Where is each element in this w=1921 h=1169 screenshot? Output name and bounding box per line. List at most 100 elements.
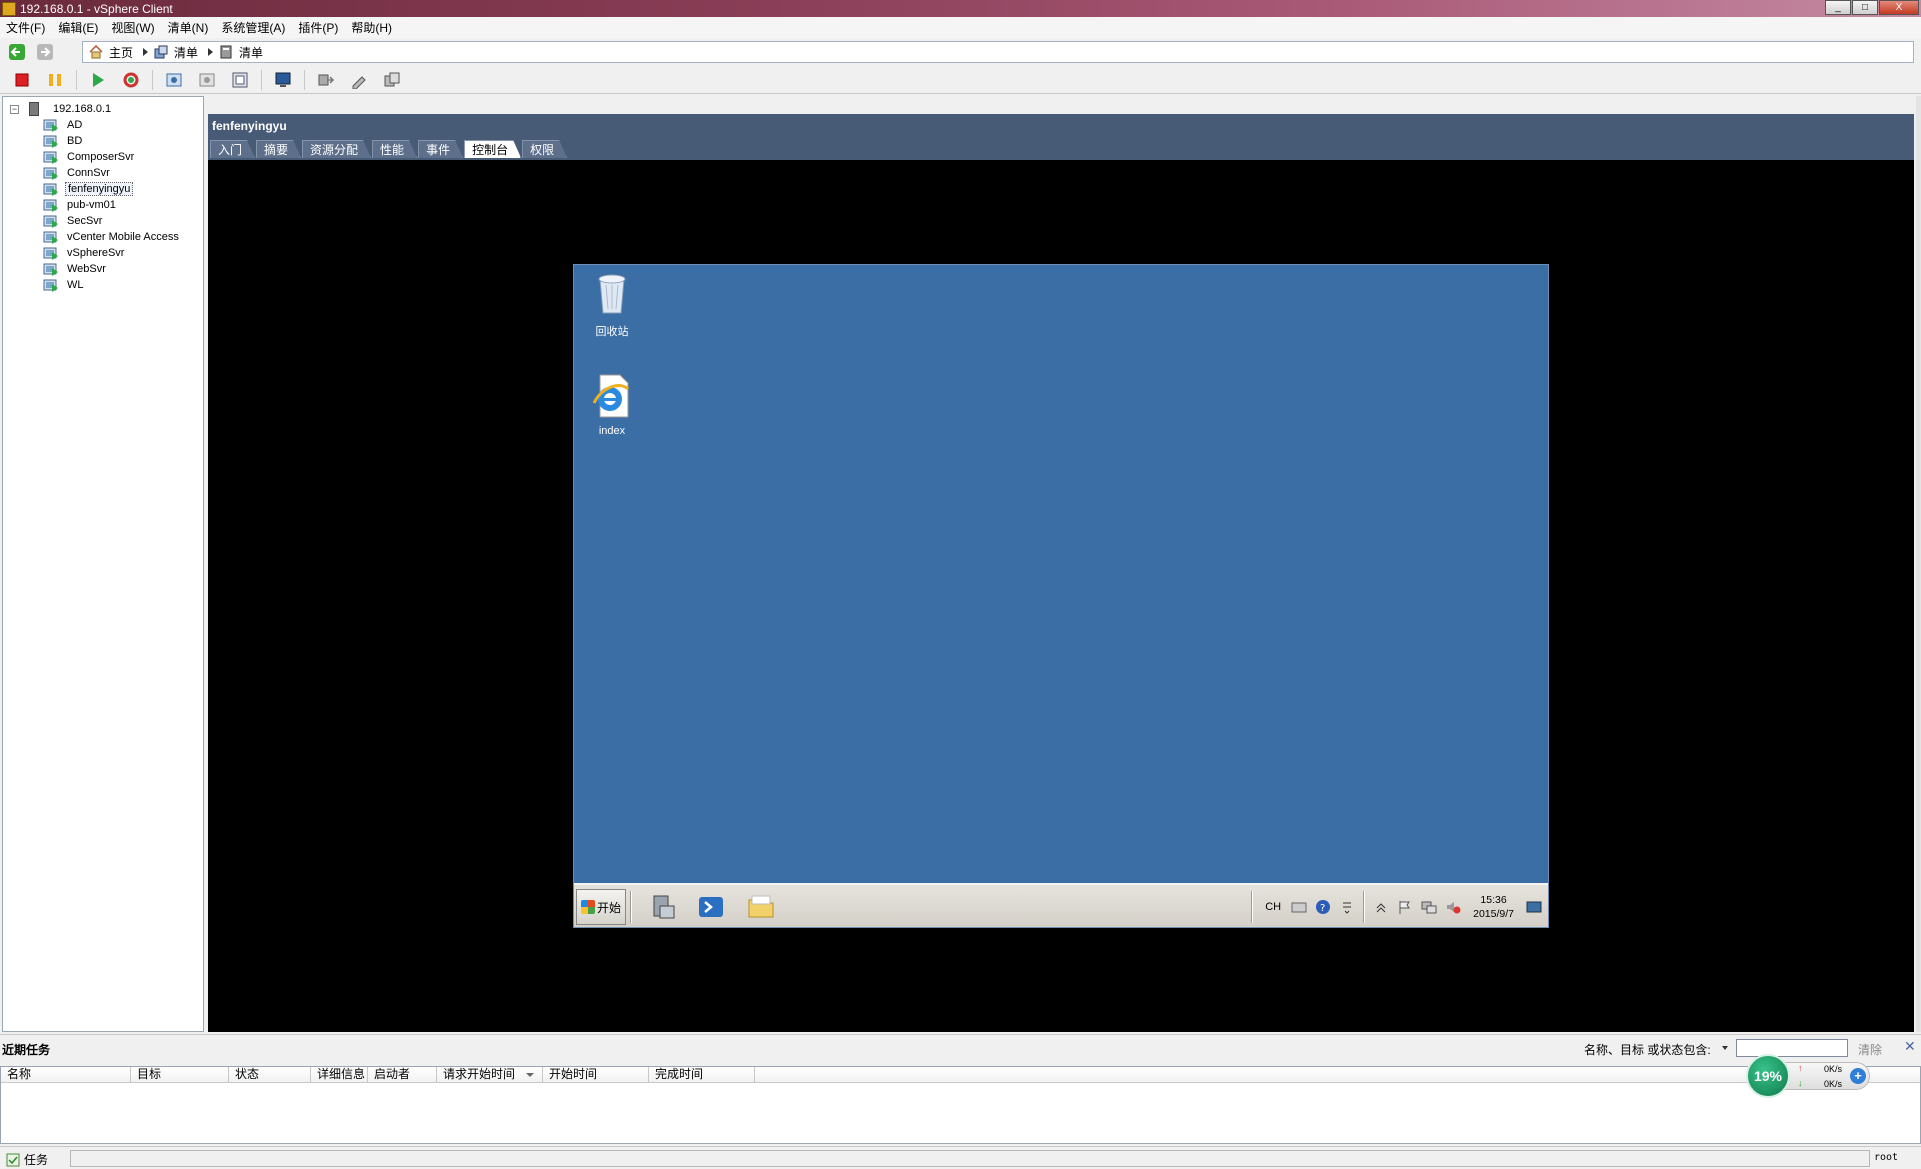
tree-vm-item[interactable]: AD <box>3 117 203 133</box>
tree-vm-label: ComposerSvr <box>67 151 135 163</box>
revert-snapshot-button[interactable] <box>195 69 219 91</box>
cpu-usage-badge[interactable]: 19% <box>1746 1054 1790 1098</box>
menu-help[interactable]: 帮助(H) <box>351 19 392 36</box>
recent-tasks-header: 近期任务 名称、目标 或状态包含: 清除 ✕ <box>0 1034 1921 1060</box>
menu-view[interactable]: 视图(W) <box>111 19 154 36</box>
address-bar[interactable]: 主页 清单 清单 <box>82 41 1914 63</box>
breadcrumb-inventory[interactable]: 清单 <box>154 44 198 61</box>
column-header[interactable]: 完成时间 <box>649 1067 755 1082</box>
guest-desktop[interactable]: 回收站 index 开始 CH ? 15:36 2015/9/7 <box>573 264 1549 928</box>
console-button[interactable] <box>271 69 295 91</box>
tree-vm-item[interactable]: WebSvr <box>3 261 203 277</box>
vm-tab[interactable]: 性能 <box>372 140 417 158</box>
right-scrollbar[interactable] <box>1916 96 1921 1032</box>
breadcrumb-hosts-clusters[interactable]: 清单 <box>219 44 263 61</box>
menu-file[interactable]: 文件(F) <box>6 19 45 36</box>
column-header-label: 目标 <box>137 1067 162 1081</box>
tree-vm-item[interactable]: WL <box>3 277 203 293</box>
tree-vm-item[interactable]: BD <box>3 133 203 149</box>
taskbar-explorer[interactable] <box>744 890 778 924</box>
tree-vm-item[interactable]: vCenter Mobile Access <box>3 229 203 245</box>
menu-inventory[interactable]: 清单(N) <box>168 19 209 36</box>
column-header[interactable]: 目标 <box>131 1067 229 1082</box>
menu-plugins[interactable]: 插件(P) <box>298 19 338 36</box>
snapshot-manager-button[interactable] <box>228 69 252 91</box>
network-icon[interactable] <box>1421 899 1437 915</box>
close-button[interactable]: X <box>1879 0 1919 15</box>
collapse-icon[interactable]: − <box>10 104 19 114</box>
snapshot-button[interactable] <box>162 69 186 91</box>
tree-vm-item[interactable]: pub-vm01 <box>3 197 203 213</box>
tasks-icon <box>6 1153 20 1166</box>
folder-icon <box>748 895 774 918</box>
toolbar-separator <box>304 69 305 90</box>
taskbar-clock[interactable]: 15:36 2015/9/7 <box>1473 893 1514 921</box>
tree-vm-item[interactable]: ConnSvr <box>3 165 203 181</box>
power-off-button[interactable] <box>10 69 34 91</box>
vm-tab[interactable]: 入门 <box>210 140 255 158</box>
show-hidden-icons-icon[interactable] <box>1373 899 1389 915</box>
plus-icon[interactable]: + <box>1850 1068 1866 1084</box>
tree-vm-item[interactable]: ComposerSvr <box>3 149 203 165</box>
tree-vm-label: ConnSvr <box>67 167 110 179</box>
vm-tab[interactable]: 事件 <box>418 140 463 158</box>
options-icon[interactable] <box>1339 899 1355 915</box>
column-header[interactable]: 详细信息 <box>311 1067 368 1082</box>
tree-vm-item[interactable]: fenfenyingyu <box>3 181 203 197</box>
reset-button[interactable] <box>119 69 143 91</box>
column-header[interactable]: 名称 <box>1 1067 131 1082</box>
migrate-button[interactable] <box>314 69 338 91</box>
revert-icon <box>199 73 215 86</box>
vm-tab[interactable]: 摘要 <box>256 140 301 158</box>
tray-separator <box>1251 891 1254 923</box>
action-center-flag-icon[interactable] <box>1397 899 1413 915</box>
maximize-button[interactable]: □ <box>1852 0 1878 15</box>
tree-vm-item[interactable]: SecSvr <box>3 213 203 229</box>
toolbar-separator <box>152 69 153 90</box>
desktop-icon-recycle-bin[interactable]: 回收站 <box>574 271 650 339</box>
close-tasks-icon[interactable]: ✕ <box>1904 1038 1916 1055</box>
vm-tab[interactable]: 资源分配 <box>302 140 371 158</box>
keyboard-icon[interactable] <box>1291 899 1307 915</box>
minimize-button[interactable]: _ <box>1825 0 1851 15</box>
vm-tab[interactable]: 权限 <box>522 140 567 158</box>
column-header[interactable]: 启动者 <box>368 1067 437 1082</box>
forward-button[interactable] <box>34 41 56 63</box>
tree-host[interactable]: − 192.168.0.1 <box>3 101 203 117</box>
filter-dropdown-icon[interactable] <box>1722 1046 1728 1050</box>
vm-tab[interactable]: 控制台 <box>464 140 521 158</box>
tree-vm-item[interactable]: vSphereSvr <box>3 245 203 261</box>
menu-administration[interactable]: 系统管理(A) <box>221 19 285 36</box>
taskbar-powershell[interactable] <box>694 890 728 924</box>
breadcrumb-home[interactable]: 主页 <box>89 44 133 61</box>
tasks-toggle-button[interactable]: 任务 <box>6 1151 48 1168</box>
vm-powered-on-icon <box>43 215 58 228</box>
column-header[interactable]: 开始时间 <box>543 1067 649 1082</box>
show-desktop-icon[interactable] <box>1526 899 1542 915</box>
power-on-button[interactable] <box>86 69 110 91</box>
help-icon[interactable]: ? <box>1315 899 1331 915</box>
ime-indicator[interactable]: CH <box>1265 901 1281 913</box>
clone-icon <box>384 72 400 86</box>
refresh-icon <box>123 72 139 87</box>
tree-vm-label: pub-vm01 <box>67 199 116 211</box>
title-bar: 192.168.0.1 - vSphere Client _ □ X <box>0 0 1921 17</box>
start-button[interactable]: 开始 <box>576 889 626 925</box>
suspend-button[interactable] <box>43 69 67 91</box>
volume-muted-icon[interactable] <box>1445 899 1461 915</box>
clone-button[interactable] <box>380 69 404 91</box>
tree-vm-label: vCenter Mobile Access <box>67 231 179 243</box>
net-speed-widget[interactable]: 19% ↑ 0K/s ↓ 0K/s + <box>1746 1054 1872 1098</box>
edit-settings-button[interactable] <box>347 69 371 91</box>
column-header[interactable]: 请求开始时间 <box>437 1067 543 1082</box>
column-header-label: 详细信息 <box>317 1067 366 1081</box>
server-manager-icon <box>653 895 675 919</box>
column-header[interactable]: 状态 <box>229 1067 311 1082</box>
taskbar-server-manager[interactable] <box>646 890 680 924</box>
tree-vm-label: BD <box>67 135 83 147</box>
desktop-icon-index[interactable]: index <box>574 373 650 437</box>
navigation-bar: 主页 清单 清单 <box>0 38 1921 66</box>
back-button[interactable] <box>6 41 28 63</box>
tree-vm-label: SecSvr <box>67 215 103 227</box>
menu-edit[interactable]: 编辑(E) <box>58 19 98 36</box>
